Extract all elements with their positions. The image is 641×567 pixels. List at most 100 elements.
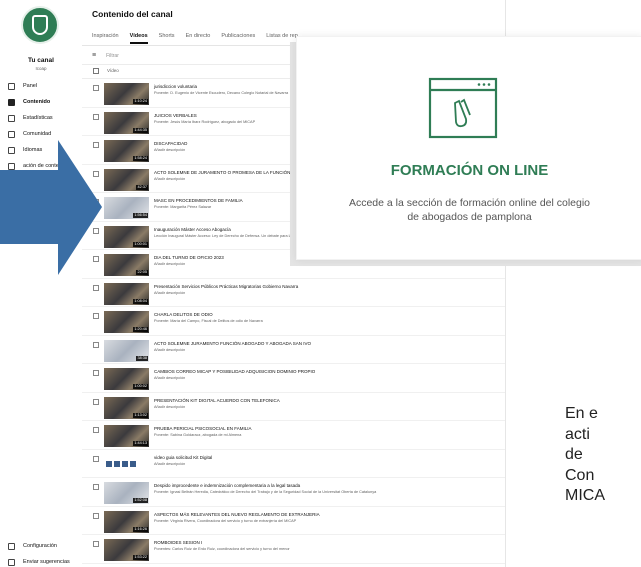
video-checkbox[interactable] xyxy=(93,398,99,405)
settings-icon xyxy=(8,542,15,550)
sidebar-item-estadisticas[interactable]: Estadísticas xyxy=(0,110,82,126)
video-row[interactable]: 1:53:22 ROMBOIDES SESION I Ponentes: Carlo… xyxy=(82,535,505,564)
video-duration: 1:16:26 xyxy=(133,526,148,532)
video-description: Ponente: Jesús María Ibarz Rodríguez, ab… xyxy=(154,119,256,124)
video-thumbnail[interactable]: 1:56:54 xyxy=(104,197,149,219)
video-checkbox[interactable] xyxy=(93,284,99,291)
video-title[interactable]: ACTO SOLEMNE JURAMENTO FUNCIÓN ABOGADO Y… xyxy=(154,341,311,346)
video-thumbnail[interactable]: 1:00:02 xyxy=(104,368,149,390)
video-checkbox[interactable] xyxy=(93,341,99,348)
video-thumbnail[interactable]: 1:00:01 xyxy=(104,225,149,248)
sidebar-item-contenido[interactable]: Contenido xyxy=(0,94,82,110)
video-title[interactable]: PRESENTACIÓN KIT DIGITAL ACUERDO CON TEL… xyxy=(154,398,280,403)
video-checkbox[interactable] xyxy=(93,541,99,547)
filter-input[interactable]: Filtrar xyxy=(106,53,119,59)
video-checkbox[interactable] xyxy=(93,455,99,462)
video-duration: 1:00:02 xyxy=(133,384,148,389)
video-title[interactable]: CAMBIOS CORREO MICAP Y POSIBILIDAD ADQUI… xyxy=(154,369,315,374)
online-training-icon xyxy=(428,77,498,139)
video-title[interactable]: ROMBOIDES SESION I xyxy=(154,540,202,545)
video-thumbnail[interactable]: 1:16:26 xyxy=(104,510,149,533)
video-title[interactable]: ASPECTOS MÁS RELEVANTES DEL NUEVO REGLAM… xyxy=(154,512,320,517)
video-thumbnail[interactable]: 38:38 xyxy=(104,339,149,362)
online-training-card[interactable]: FORMACIÓN ON LINE Accede a la sección de… xyxy=(296,36,641,260)
video-checkbox[interactable] xyxy=(93,313,99,319)
video-row[interactable]: 1:08:04 Presentación Servicios Públicos P… xyxy=(82,279,505,307)
sidebar-item-configuracion[interactable]: Configuración xyxy=(0,538,82,554)
video-thumbnail[interactable]: 1:53:22 xyxy=(104,539,149,561)
video-title[interactable]: Despido improcedente e indemnización com… xyxy=(154,483,300,488)
thumbnail-square xyxy=(130,460,136,467)
video-checkbox[interactable] xyxy=(93,427,99,433)
dashboard-icon xyxy=(8,82,15,90)
select-all-checkbox[interactable] xyxy=(93,68,99,74)
sidebar-item-label: Estadísticas xyxy=(23,115,53,121)
video-checkbox[interactable] xyxy=(93,370,99,376)
video-title[interactable]: MASC EN PROCEDIMIENTOS DE FAMILIA xyxy=(154,198,243,203)
video-thumbnail[interactable]: 1:08:04 xyxy=(104,282,149,305)
video-thumbnail[interactable]: 22:05 xyxy=(104,254,149,276)
video-duration: 1:20:46 xyxy=(133,327,148,332)
video-thumbnail[interactable]: 1:13:02 xyxy=(104,396,149,419)
sidebar-item-sugerencias[interactable]: Enviar sugerencias xyxy=(0,554,82,567)
tab-en-directo[interactable]: En directo xyxy=(186,33,211,44)
video-title[interactable]: JUICIOS VERBALES xyxy=(154,113,197,118)
video-row[interactable]: 1:16:26 ASPECTOS MÁS RELEVANTES DEL NUEVO… xyxy=(82,507,505,535)
filter-icon[interactable]: ≡ xyxy=(92,52,96,59)
video-title[interactable]: CHARLA DELITOS DE ODIO xyxy=(154,312,213,317)
video-row[interactable]: 1:00:02 CAMBIOS CORREO MICAP Y POSIBILIDA… xyxy=(82,364,505,393)
video-duration: 1:53:22 xyxy=(133,555,148,560)
video-title[interactable]: video guia solicitud Kit Digital xyxy=(154,455,212,460)
tab-shorts[interactable]: Shorts xyxy=(159,33,175,44)
video-title[interactable]: DISCAPACIDAD xyxy=(154,141,187,146)
video-row[interactable]: video guia solicitud Kit Digital Añadir d… xyxy=(82,450,505,478)
video-description: Añadir descripción xyxy=(154,290,186,295)
tab-publicaciones[interactable]: Publicaciones xyxy=(221,33,255,44)
video-title[interactable]: jurisdiccion voluntaria xyxy=(154,84,197,89)
sidebar-item-panel[interactable]: Panel xyxy=(0,78,82,94)
video-row[interactable]: 1:44:13 PRUEBA PERICIAL PSICOSOCIAL EN FA… xyxy=(82,421,505,450)
video-duration: 1:56:54 xyxy=(133,213,148,218)
video-thumbnail[interactable]: 1:44:35 xyxy=(104,111,149,134)
video-thumbnail[interactable]: 1:58:24 xyxy=(104,140,149,162)
sidebar-item-label: Panel xyxy=(23,83,38,89)
video-duration: 1:10:24 xyxy=(133,99,148,104)
tab-videos[interactable]: Vídeos xyxy=(129,33,148,44)
video-thumbnail[interactable]: 1:10:24 xyxy=(104,83,149,105)
video-row[interactable]: 1:20:46 CHARLA DELITOS DE ODIO Ponente: Ma… xyxy=(82,307,505,336)
video-description: Añadir descripción xyxy=(154,176,186,181)
video-description: Ponente: Margarita Pérez Salazar xyxy=(154,205,212,209)
video-checkbox[interactable] xyxy=(93,85,99,91)
video-checkbox[interactable] xyxy=(93,512,99,519)
analytics-icon xyxy=(8,114,15,122)
video-title[interactable]: Presentación Servicios Públicos Práctica… xyxy=(154,284,298,289)
channel-avatar[interactable] xyxy=(21,6,59,44)
video-description: Ponente: Ignasi Beltrán Heredia, Catedrá… xyxy=(154,490,377,494)
video-row[interactable]: 53:29SERVICIO Y TURNOS DE MEDIACIÓN SESI… xyxy=(82,564,505,567)
video-description: Ponentes: Carlos Ruiz de Erdo Ruiz, coor… xyxy=(154,547,290,551)
video-row[interactable]: 1:13:02 PRESENTACIÓN KIT DIGITAL ACUERDO … xyxy=(82,393,505,421)
sidebar-item-label: Configuración xyxy=(23,543,57,549)
paragraph-line: de xyxy=(565,446,583,463)
video-title[interactable]: PRUEBA PERICIAL PSICOSOCIAL EN FAMILIA xyxy=(154,426,251,431)
video-checkbox[interactable] xyxy=(93,484,99,490)
video-thumbnail[interactable]: 1:52:08 xyxy=(104,482,149,504)
video-duration: 1:08:04 xyxy=(133,298,148,304)
community-icon xyxy=(8,130,15,138)
video-thumbnail[interactable]: 42:37 xyxy=(104,168,149,191)
video-description: Lección Inaugural Máster Acceso: Ley de … xyxy=(154,233,292,238)
tab-inspiracion[interactable]: Inspiración xyxy=(92,33,119,44)
video-checkbox[interactable] xyxy=(93,113,99,120)
video-duration: 1:52:08 xyxy=(133,498,148,503)
video-title[interactable]: Inauguración Máster Acceso Abogacía xyxy=(154,227,231,232)
video-duration: 1:44:35 xyxy=(133,127,148,133)
card-description: Accede a la sección de formación online … xyxy=(297,196,641,224)
video-row[interactable]: 38:38 ACTO SOLEMNE JURAMENTO FUNCIÓN ABOG… xyxy=(82,336,505,364)
video-duration: 22:05 xyxy=(136,270,148,275)
filter-bar[interactable]: ≡ Filtrar xyxy=(92,52,119,59)
video-row[interactable]: 1:52:08 Despido improcedente e indemnizac… xyxy=(82,478,505,507)
video-thumbnail[interactable] xyxy=(104,453,149,476)
video-title[interactable]: DIA DEL TURNO DE OFICIO 2023 xyxy=(154,255,224,260)
video-thumbnail[interactable]: 1:20:46 xyxy=(104,311,149,333)
video-thumbnail[interactable]: 1:44:13 xyxy=(104,425,149,447)
